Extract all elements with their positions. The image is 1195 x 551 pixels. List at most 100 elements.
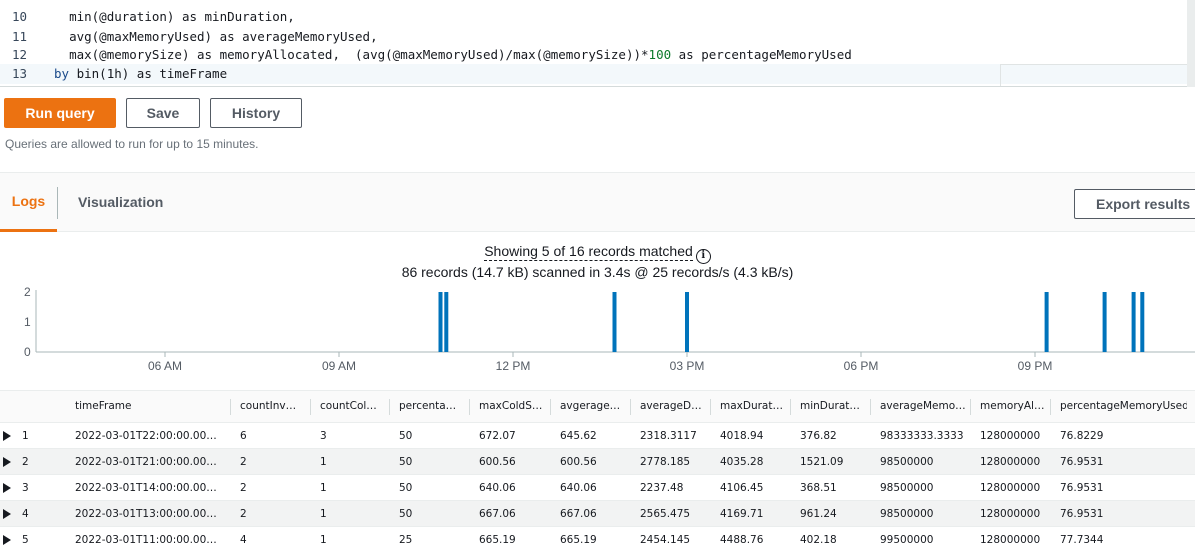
column-header[interactable]: minDurat…: [800, 391, 872, 422]
column-header[interactable]: maxDurat…: [720, 391, 792, 422]
row-index: 2: [22, 456, 29, 468]
table-cell: 600.56: [560, 456, 597, 468]
column-resizer[interactable]: [710, 399, 711, 415]
column-resizer[interactable]: [790, 399, 791, 415]
tab-visualization[interactable]: Visualization: [78, 173, 163, 231]
x-tick-label: 12 PM: [496, 359, 531, 373]
table-cell: 76.9531: [1060, 456, 1104, 468]
tab-logs[interactable]: Logs: [0, 173, 57, 232]
run-query-button[interactable]: Run query: [4, 98, 116, 128]
history-button[interactable]: History: [210, 98, 302, 128]
code-token: 100: [648, 47, 672, 62]
records-scanned: 86 records (14.7 kB) scanned in 3.4s @ 2…: [401, 264, 794, 280]
table-cell: 665.19: [479, 534, 516, 546]
x-tick-label: 09 AM: [322, 359, 356, 373]
expand-row-icon[interactable]: [3, 509, 11, 519]
column-header[interactable]: memoryAl…: [980, 391, 1052, 422]
column-resizer[interactable]: [230, 399, 231, 415]
table-cell: 640.06: [560, 482, 597, 494]
histogram-bar[interactable]: [1044, 292, 1049, 352]
query-editor[interactable]: 13 by bin(1h) as timeFrame 12 max(@memoryS…: [0, 0, 1195, 87]
column-resizer[interactable]: [970, 399, 971, 415]
expand-row-icon[interactable]: [3, 483, 11, 493]
column-resizer[interactable]: [630, 399, 631, 415]
table-cell: 76.9531: [1060, 482, 1104, 494]
table-cell: 2454.145: [640, 534, 691, 546]
editor-line[interactable]: 10 min(@duration) as minDuration,: [0, 7, 1195, 27]
code-token: min(@duration) as minDuration,: [69, 9, 295, 24]
histogram-bar[interactable]: [1131, 292, 1136, 352]
column-header[interactable]: averageD…: [640, 391, 712, 422]
table-cell: 672.07: [479, 430, 516, 442]
expand-row-icon[interactable]: [3, 431, 11, 441]
code-token: by: [54, 66, 70, 81]
table-cell: 25: [399, 534, 413, 546]
column-header[interactable]: timeFrame: [75, 391, 232, 422]
row-index: 4: [22, 508, 29, 520]
table-row[interactable]: 3 2022-03-01T14:00:00.00… 2 1 50 640.06 640.06…: [0, 475, 1195, 501]
column-header[interactable]: countInv…: [240, 391, 312, 422]
column-resizer[interactable]: [870, 399, 871, 415]
column-resizer[interactable]: [550, 399, 551, 415]
column-header[interactable]: percentageMemoryUsed: [1060, 391, 1187, 422]
column-header[interactable]: avgerage…: [560, 391, 632, 422]
column-header[interactable]: percenta…: [399, 391, 471, 422]
code-token: avg(@maxMemoryUsed) as averageMemoryUsed…: [69, 29, 378, 44]
column-resizer[interactable]: [310, 399, 311, 415]
table-cell: 128000000: [980, 482, 1041, 494]
log-histogram[interactable]: 01206 AM09 AM12 PM03 PM06 PM09 PMW: [0, 282, 1195, 382]
tab-divider: [57, 187, 58, 219]
column-resizer[interactable]: [1050, 399, 1051, 415]
column-resizer[interactable]: [389, 399, 390, 415]
table-cell: 50: [399, 508, 413, 520]
expand-row-icon[interactable]: [3, 457, 11, 467]
histogram-bar[interactable]: [444, 292, 449, 352]
table-cell: 2022-03-01T11:00:00.00…: [75, 534, 217, 546]
table-cell: 645.62: [560, 430, 597, 442]
table-cell: 1: [320, 482, 327, 494]
table-cell: 3: [320, 430, 327, 442]
table-row[interactable]: 2 2022-03-01T21:00:00.00… 2 1 50 600.56 600.56…: [0, 449, 1195, 475]
table-cell: 128000000: [980, 456, 1041, 468]
table-cell: 1: [320, 534, 327, 546]
table-row[interactable]: 1 2022-03-01T22:00:00.00… 6 3 50 672.07 645.62…: [0, 423, 1195, 449]
row-index: 3: [22, 482, 29, 494]
expand-row-icon[interactable]: [3, 535, 11, 545]
histogram-bar[interactable]: [612, 292, 617, 352]
info-icon[interactable]: i: [695, 249, 711, 264]
code-text: by bin(1h) as timeFrame: [54, 64, 227, 84]
line-number: 10: [12, 9, 28, 24]
table-cell: 1: [320, 456, 327, 468]
table-cell: 50: [399, 456, 413, 468]
column-resizer[interactable]: [469, 399, 470, 415]
editor-line[interactable]: 12 max(@memorySize) as memoryAllocated, …: [0, 45, 1195, 65]
table-cell: 376.82: [800, 430, 837, 442]
table-cell: 665.19: [560, 534, 597, 546]
editor-line[interactable]: 11 avg(@maxMemoryUsed) as averageMemoryU…: [0, 27, 1195, 47]
table-cell: 667.06: [479, 508, 516, 520]
row-index: 1: [22, 430, 29, 442]
y-tick-label: 1: [24, 315, 31, 329]
editor-scrollbar[interactable]: [1187, 0, 1195, 87]
column-header[interactable]: countCol…: [320, 391, 391, 422]
histogram-bar[interactable]: [438, 292, 443, 352]
table-cell: 2022-03-01T21:00:00.00…: [75, 456, 217, 468]
histogram-bar[interactable]: [685, 292, 689, 352]
records-matched-link[interactable]: Showing 5 of 16 records matched: [484, 243, 693, 261]
histogram-bar[interactable]: [1102, 292, 1107, 352]
table-cell: 4106.45: [720, 482, 764, 494]
export-results-button[interactable]: Export results: [1074, 189, 1195, 219]
table-cell: 128000000: [980, 534, 1041, 546]
column-header[interactable]: maxColdS…: [479, 391, 552, 422]
table-row[interactable]: 4 2022-03-01T13:00:00.00… 2 1 50 667.06 667.06…: [0, 501, 1195, 527]
save-button[interactable]: Save: [126, 98, 200, 128]
code-token: bin(1h) as timeFrame: [69, 66, 228, 81]
histogram-bar[interactable]: [1140, 292, 1145, 352]
table-cell: 76.8229: [1060, 430, 1104, 442]
code-token: max(@memorySize) as memoryAllocated, (av…: [69, 47, 649, 62]
code-token: as percentageMemoryUsed: [671, 47, 852, 62]
table-cell: 2022-03-01T14:00:00.00…: [75, 482, 217, 494]
table-row[interactable]: 5 2022-03-01T11:00:00.00… 4 1 25 665.19 665.19…: [0, 527, 1195, 551]
column-header[interactable]: averageMemo…: [880, 391, 972, 422]
y-tick-label: 2: [24, 285, 31, 299]
